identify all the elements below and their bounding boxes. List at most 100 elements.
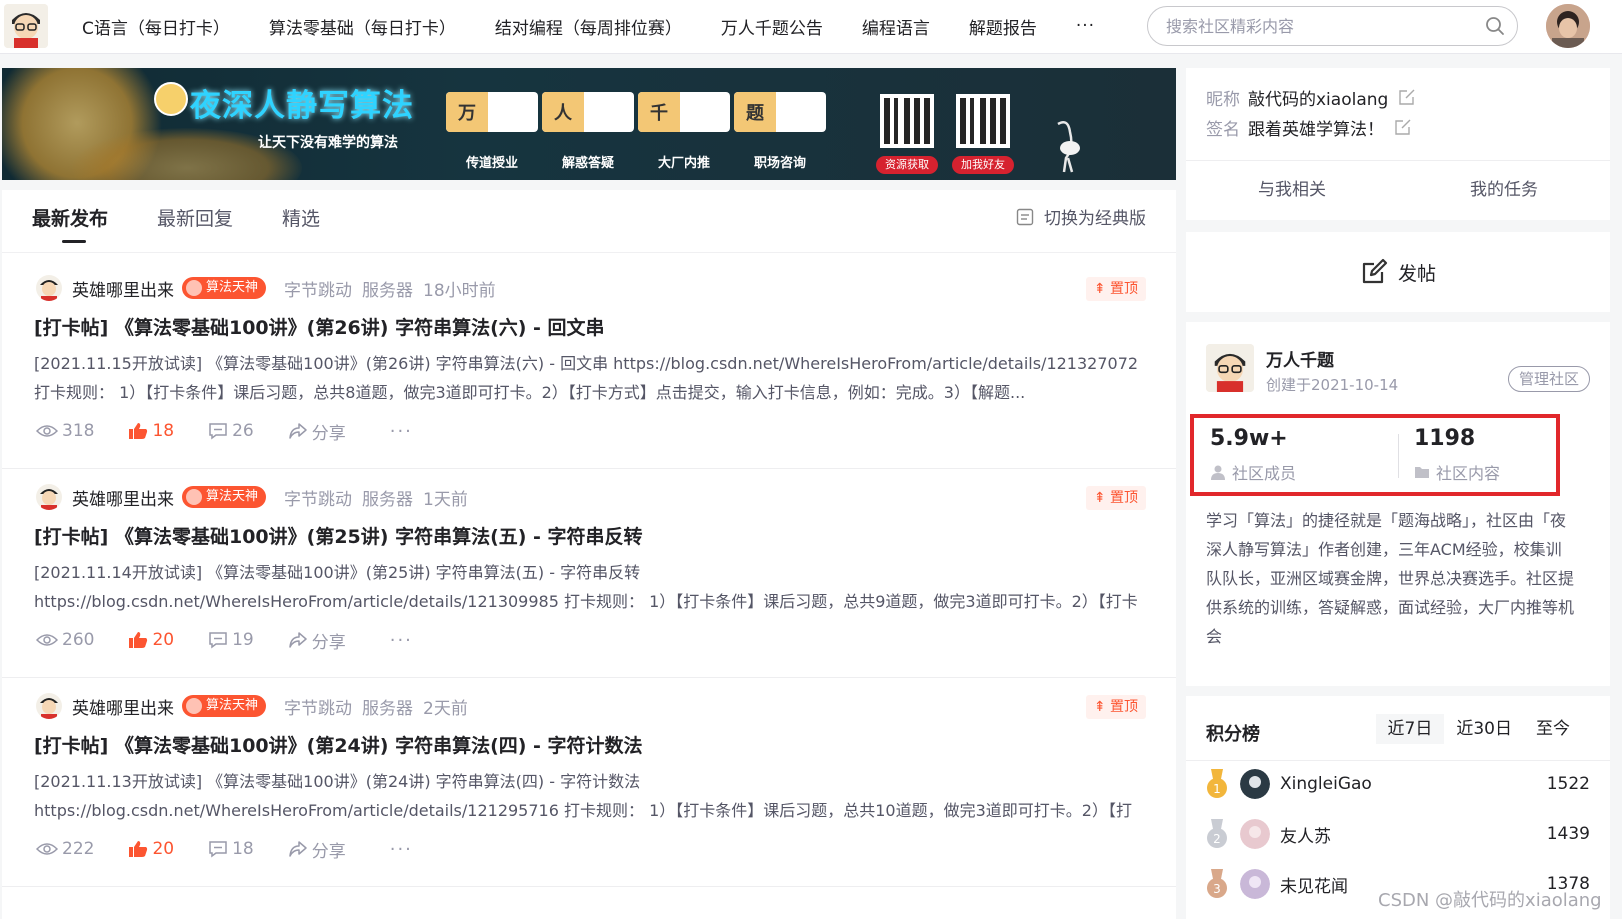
leaderboard-row[interactable]: 1 XingleiGao 1522 bbox=[1206, 766, 1590, 802]
nav-item-pair-programming[interactable]: 结对编程（每周排位赛） bbox=[495, 14, 682, 39]
content-count: 1198 bbox=[1414, 426, 1476, 451]
folder-icon bbox=[1415, 467, 1429, 478]
user-avatar[interactable] bbox=[1240, 819, 1270, 849]
ticket-char: 千 bbox=[638, 92, 680, 132]
tab-latest[interactable]: 最新发布 bbox=[32, 204, 108, 243]
nav-item-announcement[interactable]: 万人千题公告 bbox=[721, 14, 823, 39]
more-options-button[interactable]: ··· bbox=[390, 839, 413, 860]
edit-icon[interactable] bbox=[1398, 88, 1416, 106]
search-icon[interactable] bbox=[1485, 16, 1505, 36]
comment-icon bbox=[209, 423, 227, 440]
author-tag: 字节跳动 bbox=[284, 698, 353, 719]
author-name[interactable]: 英雄哪里出来 bbox=[72, 694, 174, 719]
banner-ticket: 千 bbox=[638, 92, 730, 132]
thumbs-up-icon bbox=[129, 841, 148, 857]
members-label: 社区成员 bbox=[1232, 464, 1297, 483]
post-time: 1天前 bbox=[423, 489, 468, 510]
medal-rank: 2 bbox=[1213, 832, 1221, 846]
post-title[interactable]: [打卡帖] 《算法零基础100讲》(第26讲) 字符串算法(六) - 回文串 bbox=[34, 313, 605, 340]
like-button[interactable]: 20 bbox=[128, 630, 174, 650]
tab-latest-reply[interactable]: 最新回复 bbox=[157, 204, 233, 243]
views-count: 260 bbox=[36, 630, 94, 650]
community-avatar[interactable] bbox=[1206, 344, 1254, 392]
post-item[interactable]: 英雄哪里出来 算法天神 字节跳动 服务器 1天前 ⇞ 置顶 [打卡帖] 《算法零… bbox=[2, 462, 1176, 678]
like-button[interactable]: 18 bbox=[128, 421, 174, 441]
comment-button[interactable]: 18 bbox=[208, 839, 254, 859]
add-friend-button[interactable]: 加我好友 bbox=[952, 156, 1014, 174]
silver-medal-icon: 2 bbox=[1207, 819, 1227, 848]
switch-classic-button[interactable]: 切换为经典版 bbox=[1016, 204, 1146, 229]
leaderboard-row[interactable]: 2 友人苏 1439 bbox=[1206, 816, 1590, 852]
more-options-button[interactable]: ··· bbox=[390, 421, 413, 442]
likes-value: 20 bbox=[152, 630, 175, 650]
post-excerpt[interactable]: [2021.11.15开放试读] 《算法零基础100讲》(第26讲) 字符串算法… bbox=[34, 349, 1146, 407]
comment-button[interactable]: 26 bbox=[208, 421, 254, 441]
tab-featured[interactable]: 精选 bbox=[282, 204, 320, 243]
comment-icon bbox=[209, 841, 227, 858]
tab-my-tasks[interactable]: 我的任务 bbox=[1398, 161, 1610, 220]
comment-button[interactable]: 19 bbox=[208, 630, 254, 650]
leaderboard-score: 1439 bbox=[1546, 824, 1590, 844]
post-header: 英雄哪里出来 算法天神 字节跳动 服务器 18小时前 bbox=[36, 273, 496, 303]
leaderboard-username[interactable]: XingleiGao bbox=[1280, 774, 1547, 794]
share-button[interactable]: 分享 bbox=[288, 628, 346, 653]
comments-value: 18 bbox=[232, 839, 254, 859]
user-avatar[interactable] bbox=[1240, 769, 1270, 799]
nav-item-algorithm-basics[interactable]: 算法零基础（每日打卡） bbox=[269, 14, 456, 39]
switch-classic-label: 切换为经典版 bbox=[1044, 209, 1146, 229]
pin-icon: ⇞ bbox=[1093, 490, 1106, 506]
leaderboard-username[interactable]: 友人苏 bbox=[1280, 822, 1547, 847]
comments-value: 26 bbox=[232, 421, 254, 441]
members-stat[interactable]: 5.9w+ 社区成员 bbox=[1194, 418, 1394, 492]
likes-value: 18 bbox=[152, 421, 175, 441]
author-avatar[interactable] bbox=[36, 484, 62, 510]
post-title[interactable]: [打卡帖] 《算法零基础100讲》(第24讲) 字符串算法(四) - 字符计数法 bbox=[34, 731, 643, 758]
thumbs-up-icon bbox=[129, 632, 148, 648]
pinned-badge: ⇞ 置顶 bbox=[1085, 277, 1146, 301]
post-item[interactable]: 英雄哪里出来 算法天神 字节跳动 服务器 2天前 ⇞ 置顶 [打卡帖] 《算法零… bbox=[2, 671, 1176, 887]
search-input[interactable] bbox=[1166, 15, 1466, 37]
tab-all-time[interactable]: 至今 bbox=[1524, 714, 1582, 744]
author-name[interactable]: 英雄哪里出来 bbox=[72, 276, 174, 301]
author-tag: 服务器 bbox=[362, 280, 414, 301]
nav-item-c-language[interactable]: C语言（每日打卡） bbox=[82, 14, 230, 39]
compose-icon bbox=[1362, 258, 1388, 284]
community-banner[interactable]: 夜深人静写算法 让天下没有难学的算法 万 传道授业 人 解惑答疑 千 大厂内推 … bbox=[2, 68, 1176, 180]
content-stat[interactable]: 1198 社区内容 bbox=[1398, 418, 1558, 492]
pin-icon: ⇞ bbox=[1093, 281, 1106, 297]
author-avatar[interactable] bbox=[36, 275, 62, 301]
nav-item-solution-reports[interactable]: 解题报告 bbox=[969, 14, 1037, 39]
share-label: 分享 bbox=[311, 632, 346, 653]
tab-related-to-me[interactable]: 与我相关 bbox=[1186, 161, 1398, 220]
new-post-button[interactable]: 发帖 bbox=[1186, 232, 1610, 312]
post-feed: 最新发布 最新回复 精选 切换为经典版 英雄哪里出来 算法天神 字节跳动 服务器… bbox=[2, 190, 1176, 919]
user-avatar[interactable] bbox=[1546, 4, 1590, 48]
edit-icon[interactable] bbox=[1394, 118, 1412, 136]
community-logo-avatar[interactable] bbox=[4, 4, 48, 48]
nickname-value: 敲代码的xiaolang bbox=[1248, 89, 1389, 110]
user-avatar[interactable] bbox=[1240, 869, 1270, 899]
nav-more-button[interactable]: ··· bbox=[1076, 16, 1095, 36]
post-excerpt[interactable]: [2021.11.13开放试读] 《算法零基础100讲》(第24讲) 字符串算法… bbox=[34, 767, 1146, 825]
resource-button[interactable]: 资源获取 bbox=[876, 156, 938, 174]
post-item[interactable]: 英雄哪里出来 算法天神 字节跳动 服务器 18小时前 ⇞ 置顶 [打卡帖] 《算… bbox=[2, 253, 1176, 469]
share-button[interactable]: 分享 bbox=[288, 837, 346, 862]
feed-tabs: 最新发布 最新回复 精选 bbox=[32, 204, 369, 243]
top-navigation: C语言（每日打卡） 算法零基础（每日打卡） 结对编程（每周排位赛） 万人千题公告… bbox=[0, 0, 1622, 54]
manage-community-button[interactable]: 管理社区 bbox=[1507, 366, 1590, 392]
post-title[interactable]: [打卡帖] 《算法零基础100讲》(第25讲) 字符串算法(五) - 字符串反转 bbox=[34, 522, 643, 549]
like-button[interactable]: 20 bbox=[128, 839, 174, 859]
author-avatar[interactable] bbox=[36, 693, 62, 719]
community-name[interactable]: 万人千题 bbox=[1266, 346, 1334, 371]
nav-item-programming-language[interactable]: 编程语言 bbox=[862, 14, 930, 39]
tab-7-days[interactable]: 近7日 bbox=[1375, 714, 1445, 744]
more-options-button[interactable]: ··· bbox=[390, 630, 413, 651]
share-button[interactable]: 分享 bbox=[288, 419, 346, 444]
pinned-label: 置顶 bbox=[1110, 490, 1138, 506]
share-icon bbox=[288, 632, 307, 648]
author-name[interactable]: 英雄哪里出来 bbox=[72, 485, 174, 510]
content-label-row: 社区内容 bbox=[1414, 460, 1500, 484]
profile-card: 昵称 敲代码的xiaolang 签名 跟着英雄学算法！ 与我相关 我的任务 bbox=[1186, 68, 1610, 220]
tab-30-days[interactable]: 近30日 bbox=[1444, 714, 1524, 744]
post-excerpt[interactable]: [2021.11.14开放试读] 《算法零基础100讲》(第25讲) 字符串算法… bbox=[34, 558, 1146, 616]
